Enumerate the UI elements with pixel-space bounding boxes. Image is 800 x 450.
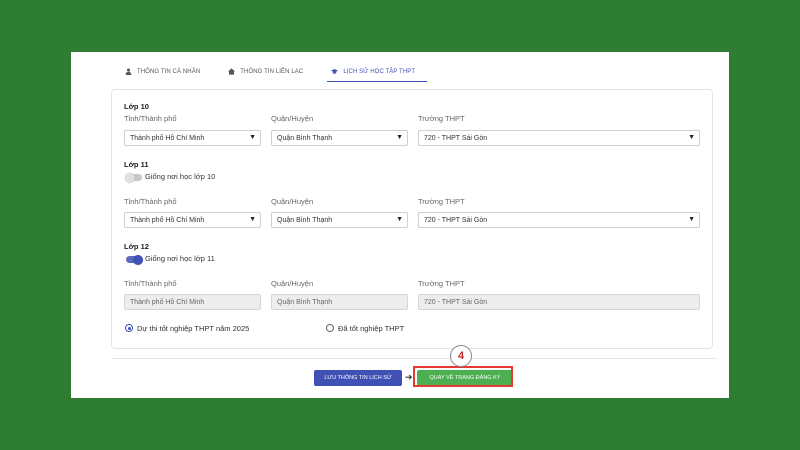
field-value: Thành phố Hồ Chí Minh bbox=[130, 298, 205, 306]
grade12-district-label: Quận/Huyện bbox=[271, 279, 314, 288]
grade12-city-field: Thành phố Hồ Chí Minh bbox=[124, 294, 261, 310]
tab-bar: THÔNG TIN CÁ NHÂN THÔNG TIN LIÊN LẠC LỊC… bbox=[121, 62, 439, 82]
save-history-button[interactable]: LƯU THÔNG TIN LỊCH SỬ bbox=[314, 370, 402, 386]
grade11-district-label: Quận/Huyện bbox=[271, 197, 314, 206]
grade10-city-label: Tỉnh/Thành phố bbox=[124, 114, 177, 123]
main-card: THÔNG TIN CÁ NHÂN THÔNG TIN LIÊN LẠC LỊC… bbox=[71, 52, 729, 398]
grade11-city-select[interactable]: Thành phố Hồ Chí Minh ▼ bbox=[124, 212, 261, 228]
exam-2025-radio[interactable] bbox=[125, 324, 133, 332]
person-icon bbox=[125, 68, 132, 75]
grade10-district-select[interactable]: Quận Bình Thạnh ▼ bbox=[271, 130, 408, 146]
grade11-toggle-label: Giống nơi học lớp 10 bbox=[145, 172, 216, 181]
grade10-title: Lớp 10 bbox=[124, 102, 149, 111]
grade10-school-select[interactable]: 720 - THPT Sài Gòn ▼ bbox=[418, 130, 700, 146]
caret-down-icon: ▼ bbox=[688, 216, 695, 223]
grade12-school-field: 720 - THPT Sài Gòn bbox=[418, 294, 700, 310]
exam-2025-label: Dự thi tốt nghiệp THPT năm 2025 bbox=[137, 324, 250, 333]
graduation-cap-icon bbox=[331, 69, 339, 74]
caret-down-icon: ▼ bbox=[688, 134, 695, 141]
tab-label: LỊCH SỬ HỌC TẬP THPT bbox=[343, 68, 416, 75]
grade12-city-label: Tỉnh/Thành phố bbox=[124, 279, 177, 288]
graduated-radio[interactable] bbox=[326, 324, 334, 332]
selected-value: Quận Bình Thạnh bbox=[277, 134, 333, 142]
grade11-title: Lớp 11 bbox=[124, 160, 149, 169]
school-history-form: Lớp 10 Tỉnh/Thành phố Quận/Huyện Trường … bbox=[111, 89, 713, 349]
arrow-right-icon: ➔ bbox=[405, 372, 413, 382]
grade10-district-label: Quận/Huyện bbox=[271, 114, 314, 123]
grade11-same-toggle[interactable] bbox=[125, 172, 142, 183]
toggle-knob bbox=[133, 254, 143, 265]
tab-school-history[interactable]: LỊCH SỬ HỌC TẬP THPT bbox=[327, 62, 428, 82]
grade12-school-label: Trường THPT bbox=[418, 279, 465, 288]
toggle-knob bbox=[125, 172, 135, 183]
selected-value: Quận Bình Thạnh bbox=[277, 216, 333, 224]
grade12-toggle-label: Giống nơi học lớp 11 bbox=[145, 254, 215, 263]
tab-label: THÔNG TIN LIÊN LẠC bbox=[240, 68, 304, 75]
tab-contact-info[interactable]: THÔNG TIN LIÊN LẠC bbox=[224, 62, 315, 81]
grade10-city-select[interactable]: Thành phố Hồ Chí Minh ▼ bbox=[124, 130, 261, 146]
step-badge: 4 bbox=[450, 345, 472, 367]
grade11-district-select[interactable]: Quận Bình Thạnh ▼ bbox=[271, 212, 408, 228]
caret-down-icon: ▼ bbox=[249, 216, 256, 223]
selected-value: 720 - THPT Sài Gòn bbox=[424, 134, 488, 142]
home-icon bbox=[228, 68, 236, 75]
grade11-school-label: Trường THPT bbox=[418, 197, 465, 206]
tab-personal-info[interactable]: THÔNG TIN CÁ NHÂN bbox=[121, 62, 212, 81]
selected-value: 720 - THPT Sài Gòn bbox=[424, 216, 488, 224]
caret-down-icon: ▼ bbox=[249, 134, 256, 141]
tab-label: THÔNG TIN CÁ NHÂN bbox=[137, 68, 201, 75]
selected-value: Thành phố Hồ Chí Minh bbox=[130, 134, 205, 142]
field-value: Quận Bình Thạnh bbox=[277, 298, 333, 306]
field-value: 720 - THPT Sài Gòn bbox=[424, 298, 488, 306]
highlight-box bbox=[413, 366, 513, 387]
grade10-school-label: Trường THPT bbox=[418, 114, 465, 123]
grade12-title: Lớp 12 bbox=[124, 242, 149, 251]
selected-value: Thành phố Hồ Chí Minh bbox=[130, 216, 205, 224]
grade11-city-label: Tỉnh/Thành phố bbox=[124, 197, 177, 206]
graduated-label: Đã tốt nghiệp THPT bbox=[338, 324, 405, 333]
grade12-same-toggle[interactable] bbox=[126, 254, 143, 265]
grade12-district-field: Quận Bình Thạnh bbox=[271, 294, 408, 310]
caret-down-icon: ▼ bbox=[396, 134, 403, 141]
caret-down-icon: ▼ bbox=[396, 216, 403, 223]
footer-divider bbox=[111, 358, 717, 359]
grade11-school-select[interactable]: 720 - THPT Sài Gòn ▼ bbox=[418, 212, 700, 228]
